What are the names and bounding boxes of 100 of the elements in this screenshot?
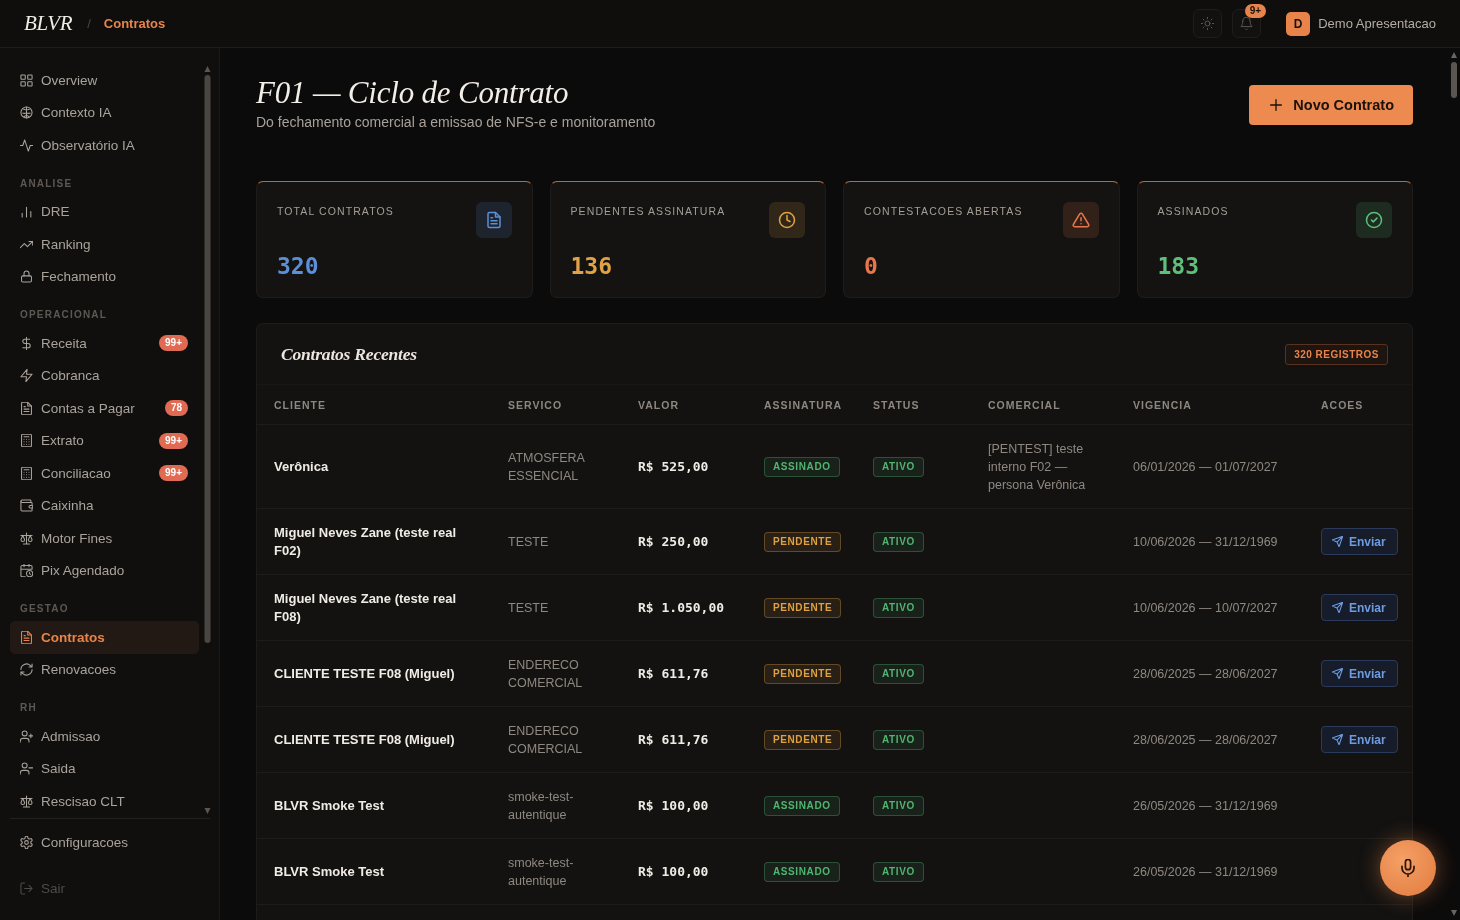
theme-toggle-button[interactable] — [1193, 9, 1223, 38]
sidebar-item[interactable]: Extrato 99+ — [10, 424, 199, 457]
plus-icon — [1269, 98, 1284, 112]
status-badge: ATIVO — [873, 531, 924, 552]
sidebar-item[interactable]: Contratos — [10, 621, 199, 654]
column-header: STATUS — [856, 384, 971, 425]
warning-icon — [1062, 202, 1099, 238]
sidebar-item[interactable]: Admissao — [10, 720, 199, 753]
settings-icon — [20, 835, 33, 849]
document-icon — [20, 401, 33, 415]
voice-button[interactable] — [1380, 840, 1436, 896]
table-cell: 26/05/2026 — 31/12/1969 — [1116, 772, 1304, 839]
table-cell: R$ 100,00 — [621, 838, 747, 905]
user-avatar[interactable]: D — [1286, 11, 1311, 36]
scale-icon — [20, 531, 33, 545]
bar-chart-icon — [20, 205, 33, 219]
sidebar-item[interactable]: Contas a Pagar 78 — [10, 392, 199, 425]
breadcrumb-separator: / — [87, 16, 91, 31]
signature-badge: ASSINADO — [764, 795, 840, 816]
sidebar-item[interactable]: Observatório IA — [10, 129, 199, 162]
table-cell: ATMOSFERA ESSENCIAL — [491, 424, 621, 509]
table-cell: Miguel Neves Zane (teste real F02) — [257, 508, 491, 575]
send-button[interactable]: Enviar — [1321, 594, 1398, 621]
table-cell: 28/06/2025 — 28/06/2027 — [1116, 640, 1304, 707]
sidebar-item[interactable]: Caixinha — [10, 489, 199, 522]
sidebar-item[interactable]: Saida — [10, 752, 199, 785]
document-icon — [475, 202, 512, 238]
sidebar-item[interactable]: Ranking — [10, 228, 199, 261]
user-plus-icon — [20, 729, 33, 743]
brain-icon — [20, 106, 33, 120]
sidebar-item[interactable]: Motor Fines — [10, 522, 199, 555]
signature-badge: PENDENTE — [764, 531, 842, 552]
refresh-icon — [20, 663, 33, 677]
stat-label: TOTAL CONTRATOS — [277, 205, 394, 217]
status-badge: ATIVO — [873, 729, 924, 750]
bell-icon — [1240, 17, 1254, 30]
table-cell: R$ 611,76 — [621, 640, 747, 707]
column-header: ACOES — [1304, 384, 1412, 425]
sidebar-item[interactable]: Receita 99+ — [10, 327, 199, 360]
status-badge: ATIVO — [873, 795, 924, 816]
send-icon — [1332, 602, 1343, 613]
sidebar-item[interactable]: DRE — [10, 195, 199, 228]
status-badge: ATIVO — [873, 456, 924, 477]
pulse-icon — [20, 138, 33, 152]
grid-icon — [20, 73, 33, 87]
scale-icon — [20, 794, 33, 808]
sidebar-item[interactable]: Conciliacao 99+ — [10, 457, 199, 490]
new-contract-button[interactable]: Novo Contrato — [1249, 85, 1413, 125]
notification-badge: 9+ — [1244, 4, 1267, 18]
calendar-clock-icon — [20, 564, 33, 578]
sidebar-item[interactable]: Contexto IA — [10, 96, 199, 129]
table-cell: BLVR Smoke Test — [257, 772, 491, 839]
sidebar-item[interactable]: Rescisao CLT — [10, 785, 199, 818]
stat-label: PENDENTES ASSINATURA — [570, 205, 726, 217]
stat-label: CONTESTACOES ABERTAS — [864, 205, 1023, 217]
send-button[interactable]: Enviar — [1321, 660, 1398, 687]
table-cell: CLIENTE TESTE F08 (Miguel) — [257, 706, 491, 773]
count-badge: 99+ — [159, 335, 188, 352]
sidebar-item[interactable]: Fechamento — [10, 260, 199, 293]
calculator-icon — [20, 434, 33, 448]
send-button[interactable]: Enviar — [1321, 726, 1398, 753]
sidebar-item[interactable]: Overview — [10, 64, 199, 97]
brand-logo[interactable]: BLVR — [24, 11, 73, 36]
table-cell: R$ 525,00 — [621, 424, 747, 509]
send-icon — [1332, 734, 1343, 745]
signature-badge: PENDENTE — [764, 663, 842, 684]
sidebar-section-label: OPERACIONAL — [19, 308, 109, 322]
table-cell: [PENTEST] teste interno F02 — persona Verônica — [971, 424, 1116, 509]
signature-badge: PENDENTE — [764, 729, 842, 750]
panel-title: Contratos Recentes — [281, 343, 417, 365]
table-cell: 10/06/2026 — 31/12/1969 — [1116, 508, 1304, 575]
stat-value: 136 — [570, 252, 614, 280]
sidebar-item[interactable]: Pix Agendado — [10, 554, 199, 587]
table-cell: ENDERECO COMERCIAL — [491, 640, 621, 707]
table-cell: R$ 250,00 — [621, 508, 747, 575]
column-header: VALOR — [621, 384, 747, 425]
status-badge: ATIVO — [873, 597, 924, 618]
count-badge: 320 REGISTROS — [1285, 343, 1388, 365]
lightning-icon — [20, 369, 33, 383]
signature-badge: ASSINADO — [764, 456, 840, 477]
column-header: VIGENCIA — [1116, 384, 1304, 425]
table-cell: TESTE — [491, 508, 621, 575]
table-cell: 26/05/2026 — 31/12/1969 — [1116, 838, 1304, 905]
sidebar-section-label: ANALISE — [19, 176, 74, 191]
column-header: ASSINATURA — [747, 384, 856, 425]
table-cell: R$ 611,76 — [621, 706, 747, 773]
table-cell: CLIENTE TESTE F08 (Miguel) — [257, 640, 491, 707]
document-icon — [20, 630, 33, 644]
page-title: F01 — Ciclo de Contrato — [256, 75, 570, 111]
sidebar-section-label: GESTAO — [19, 602, 70, 616]
status-badge: ATIVO — [873, 861, 924, 882]
sidebar-item[interactable]: Configuracoes — [10, 826, 199, 859]
user-name[interactable]: Demo Apresentacao — [1318, 16, 1436, 31]
send-button[interactable]: Enviar — [1321, 528, 1398, 555]
lock-icon — [20, 270, 33, 284]
sidebar-item[interactable]: Renovacoes — [10, 653, 199, 686]
table-cell: 10/06/2026 — 10/07/2027 — [1116, 574, 1304, 641]
column-header: CLIENTE — [257, 384, 491, 425]
column-header: SERVICO — [491, 384, 621, 425]
sidebar-item[interactable]: Cobranca — [10, 359, 199, 392]
